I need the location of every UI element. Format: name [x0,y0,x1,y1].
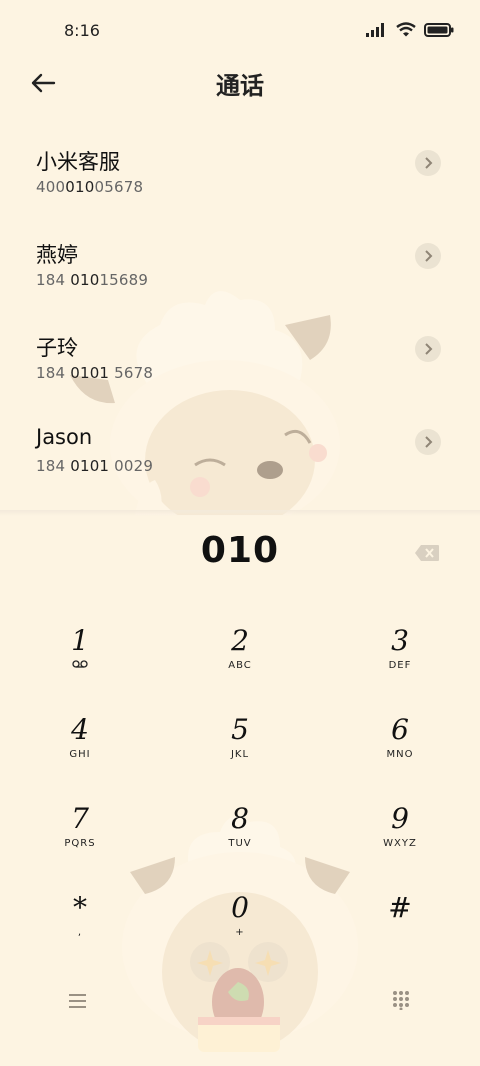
key-digit: # [388,891,412,924]
contact-number: 184 01015689 [36,271,149,289]
contact-detail-button[interactable] [415,336,441,362]
key-letters: WXYZ [383,838,417,849]
key-digit: 7 [71,802,89,835]
key-hash[interactable]: # [340,891,460,971]
key-digit: 6 [391,713,409,746]
dialpad-icon [393,991,409,1011]
key-letters: JKL [230,749,250,760]
key-3[interactable]: 3 DEF [340,624,460,704]
dial-input[interactable]: 010 [0,530,480,580]
menu-button[interactable] [68,992,88,1010]
chevron-right-icon [425,436,433,448]
key-letters: DEF [388,660,412,671]
contact-detail-button[interactable] [415,150,441,176]
page-title: 通话 [216,72,264,100]
key-letters: + [235,927,245,938]
menu-icon [69,994,86,1008]
divider [0,510,480,516]
status-bar: 8:16 [0,0,480,60]
key-digit: 2 [231,624,249,657]
key-digit: 9 [391,802,409,835]
key-digit: * [73,891,87,924]
key-digit: 4 [71,713,89,746]
contact-number: 184 0101 0029 [36,457,154,475]
contact-number: 184 0101 5678 [36,364,154,382]
key-digit: 3 [391,624,409,657]
key-letters: , [77,927,83,938]
key-1[interactable]: 1 [20,624,140,704]
key-letters: ABC [228,660,252,671]
key-5[interactable]: 5 JKL [180,713,300,793]
contact-item[interactable]: 子玲 184 0101 5678 [0,324,480,394]
voicemail-icon [72,660,88,668]
contact-name: 燕婷 [36,243,78,267]
key-letters: MNO [386,749,414,760]
key-7[interactable]: 7 PQRS [20,802,140,882]
key-letters: PQRS [64,838,96,849]
contact-detail-button[interactable] [415,429,441,455]
contact-item[interactable]: Jason 184 0101 0029 [0,417,480,487]
chevron-right-icon [425,250,433,262]
backspace-icon [415,545,439,561]
key-star[interactable]: * , [20,891,140,971]
header: 通话 [0,60,480,106]
contact-item[interactable]: 燕婷 184 01015689 [0,231,480,301]
key-2[interactable]: 2 ABC [180,624,300,704]
key-digit: 0 [231,891,249,924]
signal-icon [366,22,384,37]
dialpad-button[interactable] [392,990,410,1011]
key-6[interactable]: 6 MNO [340,713,460,793]
chevron-right-icon [425,343,433,355]
backspace-button[interactable] [414,544,440,562]
key-letters: GHI [69,749,91,760]
key-letters: TUV [228,838,252,849]
bottom-bar [0,988,480,1018]
contact-item[interactable]: 小米客服 40001005678 [0,138,480,208]
status-time: 8:16 [64,21,100,40]
contact-name: Jason [36,425,93,449]
contact-name: 子玲 [36,336,78,360]
contact-detail-button[interactable] [415,243,441,269]
key-digit: 8 [231,802,249,835]
key-letters [20,660,140,671]
contact-number: 40001005678 [36,178,144,196]
key-9[interactable]: 9 WXYZ [340,802,460,882]
chevron-right-icon [425,157,433,169]
contact-name: 小米客服 [36,150,120,174]
battery-icon [424,22,454,37]
key-0[interactable]: 0 + [180,891,300,971]
key-4[interactable]: 4 GHI [20,713,140,793]
wifi-icon [396,22,416,37]
key-8[interactable]: 8 TUV [180,802,300,882]
key-digit: 5 [231,713,249,746]
status-icons [366,22,454,37]
key-digit: 1 [71,624,89,657]
